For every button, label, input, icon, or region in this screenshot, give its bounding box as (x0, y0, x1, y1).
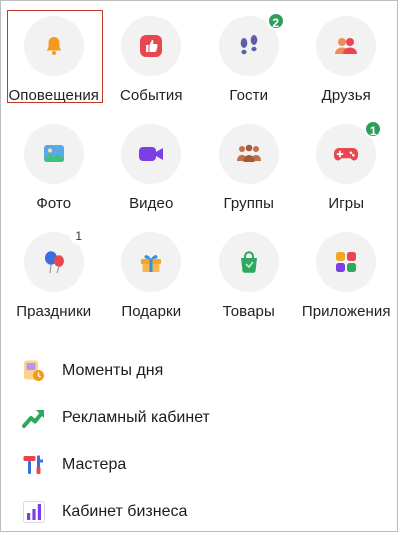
tile-holidays[interactable]: 1 Праздники (5, 227, 103, 336)
tile-circle (218, 232, 279, 292)
tile-label: Фото (36, 195, 72, 212)
services-grid: Оповещения События 2 Гости Друзья Фото В… (5, 10, 396, 336)
list-label: Мастера (62, 455, 127, 473)
tile-circle (218, 124, 279, 184)
tile-label: Друзья (321, 87, 371, 104)
tile-apps[interactable]: Приложения (298, 228, 396, 336)
tile-photo[interactable]: Фото (5, 120, 103, 228)
footprints-icon (240, 35, 258, 55)
photo-icon (43, 145, 64, 162)
apps-icon (336, 252, 357, 272)
tile-circle: 1 (316, 120, 383, 184)
trend-arrow-icon (22, 406, 46, 430)
notification-badge: 2 (266, 12, 285, 30)
tile-circle (23, 16, 84, 76)
list-item-moments[interactable]: Моменты дня (22, 347, 382, 394)
list-item-ads-cabinet[interactable]: Рекламный кабинет (22, 394, 382, 441)
friends-icon (335, 38, 358, 54)
list-item-business-cabinet[interactable]: Кабинет бизнеса (22, 488, 382, 535)
moments-icon (22, 359, 46, 383)
bar-chart-icon (22, 500, 46, 524)
shopping-bag-icon (240, 251, 257, 273)
tile-friends[interactable]: Друзья (298, 12, 396, 120)
tile-circle (121, 232, 182, 292)
tile-label: Гости (229, 87, 269, 104)
counter-badge: 1 (69, 227, 88, 245)
tile-games[interactable]: 1 Игры (298, 120, 396, 228)
tile-circle: 2 (218, 12, 285, 76)
tile-guests[interactable]: 2 Гости (200, 12, 298, 120)
tools-icon (22, 453, 46, 477)
group-icon (236, 144, 261, 162)
tile-label: Праздники (16, 303, 92, 320)
video-camera-icon (139, 147, 164, 161)
tile-circle (316, 16, 377, 76)
tile-label: Подарки (121, 303, 182, 320)
thumbs-up-icon (140, 35, 163, 57)
services-list: Моменты дня Рекламный кабинет Мастера Ка… (22, 347, 382, 535)
gift-icon (141, 255, 162, 272)
list-item-masters[interactable]: Мастера (22, 441, 382, 488)
tile-circle (121, 124, 182, 184)
list-label: Рекламный кабинет (62, 408, 210, 426)
list-label: Моменты дня (62, 361, 164, 379)
list-label: Кабинет бизнеса (62, 502, 188, 520)
tile-circle: 1 (23, 227, 88, 292)
tile-notifications[interactable]: Оповещения (5, 10, 103, 120)
tile-label: Оповещения (8, 87, 100, 104)
bell-icon (46, 37, 61, 55)
tile-label: Товары (222, 303, 275, 320)
tile-gifts[interactable]: Подарки (103, 228, 201, 336)
tile-events[interactable]: События (103, 12, 201, 120)
notification-badge: 1 (364, 120, 383, 138)
tile-video[interactable]: Видео (103, 120, 201, 228)
tile-groups[interactable]: Группы (200, 120, 298, 228)
tile-goods[interactable]: Товары (200, 228, 298, 336)
tile-label: Приложения (301, 303, 391, 320)
tile-circle (23, 124, 84, 184)
tile-label: Видео (129, 195, 174, 212)
gamepad-icon (334, 148, 359, 161)
tile-label: Группы (223, 195, 275, 212)
tile-label: Игры (328, 195, 365, 212)
balloons-icon (44, 251, 64, 274)
tile-circle (316, 232, 377, 292)
tile-circle (121, 16, 182, 76)
tile-label: События (119, 87, 183, 104)
